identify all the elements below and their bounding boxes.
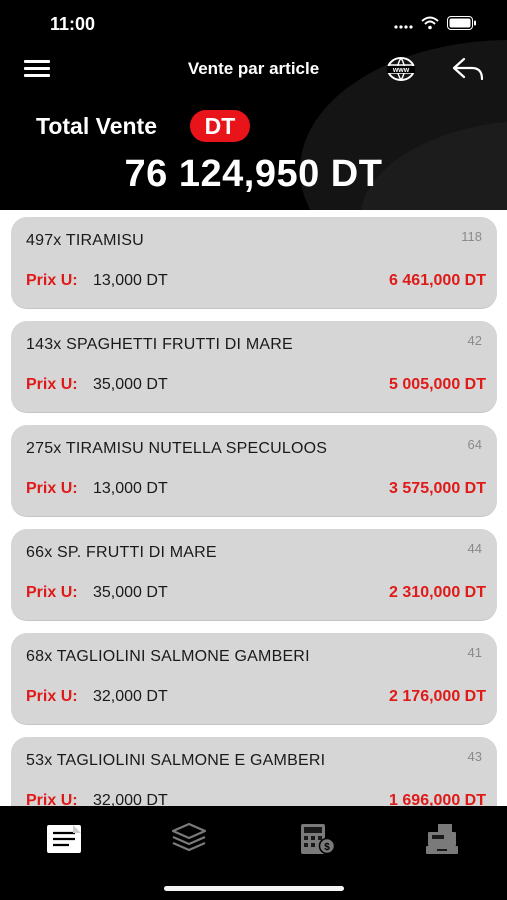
sales-list[interactable]: 497x TIRAMISU 118 Prix U: 13,000 DT 6 46… <box>0 210 507 806</box>
list-item[interactable]: 53x TAGLIOLINI SALMONE E GAMBERI 43 Prix… <box>11 737 497 806</box>
unit-price: 13,000 DT <box>93 272 168 289</box>
unit-price-label: Prix U: <box>26 480 78 497</box>
layers-icon[interactable] <box>171 822 207 856</box>
item-count: 42 <box>467 333 482 348</box>
svg-text:$: $ <box>324 842 330 853</box>
item-title: 53x TAGLIOLINI SALMONE E GAMBERI <box>26 752 326 769</box>
navigation-bar: Vente par article www <box>0 50 507 90</box>
currency-badge[interactable]: DT <box>190 110 250 142</box>
item-count: 118 <box>461 229 482 244</box>
total-sales-value: 76 124,950 DT <box>124 153 383 195</box>
item-title: 275x TIRAMISU NUTELLA SPECULOOS <box>26 440 328 457</box>
status-time: 11:00 <box>50 14 96 34</box>
list-item[interactable]: 68x TAGLIOLINI SALMONE GAMBERI 41 Prix U… <box>11 633 497 725</box>
item-total: 2 176,000 DT <box>389 688 486 705</box>
unit-price-label: Prix U: <box>26 792 78 806</box>
status-icons <box>393 14 477 32</box>
list-item[interactable]: 143x SPAGHETTI FRUTTI DI MARE 42 Prix U:… <box>11 321 497 413</box>
unit-price: 35,000 DT <box>93 376 168 393</box>
item-title: 143x SPAGHETTI FRUTTI DI MARE <box>26 336 293 353</box>
cash-register-icon[interactable] <box>424 822 460 856</box>
unit-price: 32,000 DT <box>93 792 168 806</box>
item-count: 64 <box>467 437 482 452</box>
unit-price-label: Prix U: <box>26 376 78 393</box>
item-total: 6 461,000 DT <box>389 272 486 289</box>
unit-price-label: Prix U: <box>26 688 78 705</box>
item-title: 66x SP. FRUTTI DI MARE <box>26 544 217 561</box>
list-item[interactable]: 275x TIRAMISU NUTELLA SPECULOOS 64 Prix … <box>11 425 497 517</box>
item-total: 1 696,000 DT <box>389 792 486 806</box>
item-total: 2 310,000 DT <box>389 584 486 601</box>
item-title: 68x TAGLIOLINI SALMONE GAMBERI <box>26 648 310 665</box>
item-count: 43 <box>467 749 482 764</box>
total-sales-label: Total Vente <box>36 113 157 139</box>
item-total: 3 575,000 DT <box>389 480 486 497</box>
unit-price-label: Prix U: <box>26 272 78 289</box>
unit-price: 32,000 DT <box>93 688 168 705</box>
status-bar: 11:00 <box>0 0 507 46</box>
item-title: 497x TIRAMISU <box>26 232 144 249</box>
unit-price: 13,000 DT <box>93 480 168 497</box>
unit-price-label: Prix U: <box>26 584 78 601</box>
signal-icon <box>394 25 413 29</box>
item-total: 5 005,000 DT <box>389 376 486 393</box>
www-globe-icon[interactable]: www <box>386 56 416 82</box>
svg-text:www: www <box>392 67 410 74</box>
calculator-icon[interactable]: $ <box>299 822 335 856</box>
unit-price: 35,000 DT <box>93 584 168 601</box>
item-count: 41 <box>467 645 482 660</box>
wifi-icon <box>421 16 439 30</box>
page-title: Vente par article <box>187 59 320 78</box>
item-count: 44 <box>467 541 482 556</box>
battery-icon <box>447 16 476 30</box>
home-indicator[interactable] <box>164 886 344 891</box>
list-item[interactable]: 497x TIRAMISU 118 Prix U: 13,000 DT 6 46… <box>11 217 497 309</box>
reply-back-icon[interactable] <box>452 56 484 82</box>
header: 11:00 Vente par article www Total Vente … <box>0 0 507 210</box>
document-icon[interactable] <box>46 822 82 856</box>
list-item[interactable]: 66x SP. FRUTTI DI MARE 44 Prix U: 35,000… <box>11 529 497 621</box>
